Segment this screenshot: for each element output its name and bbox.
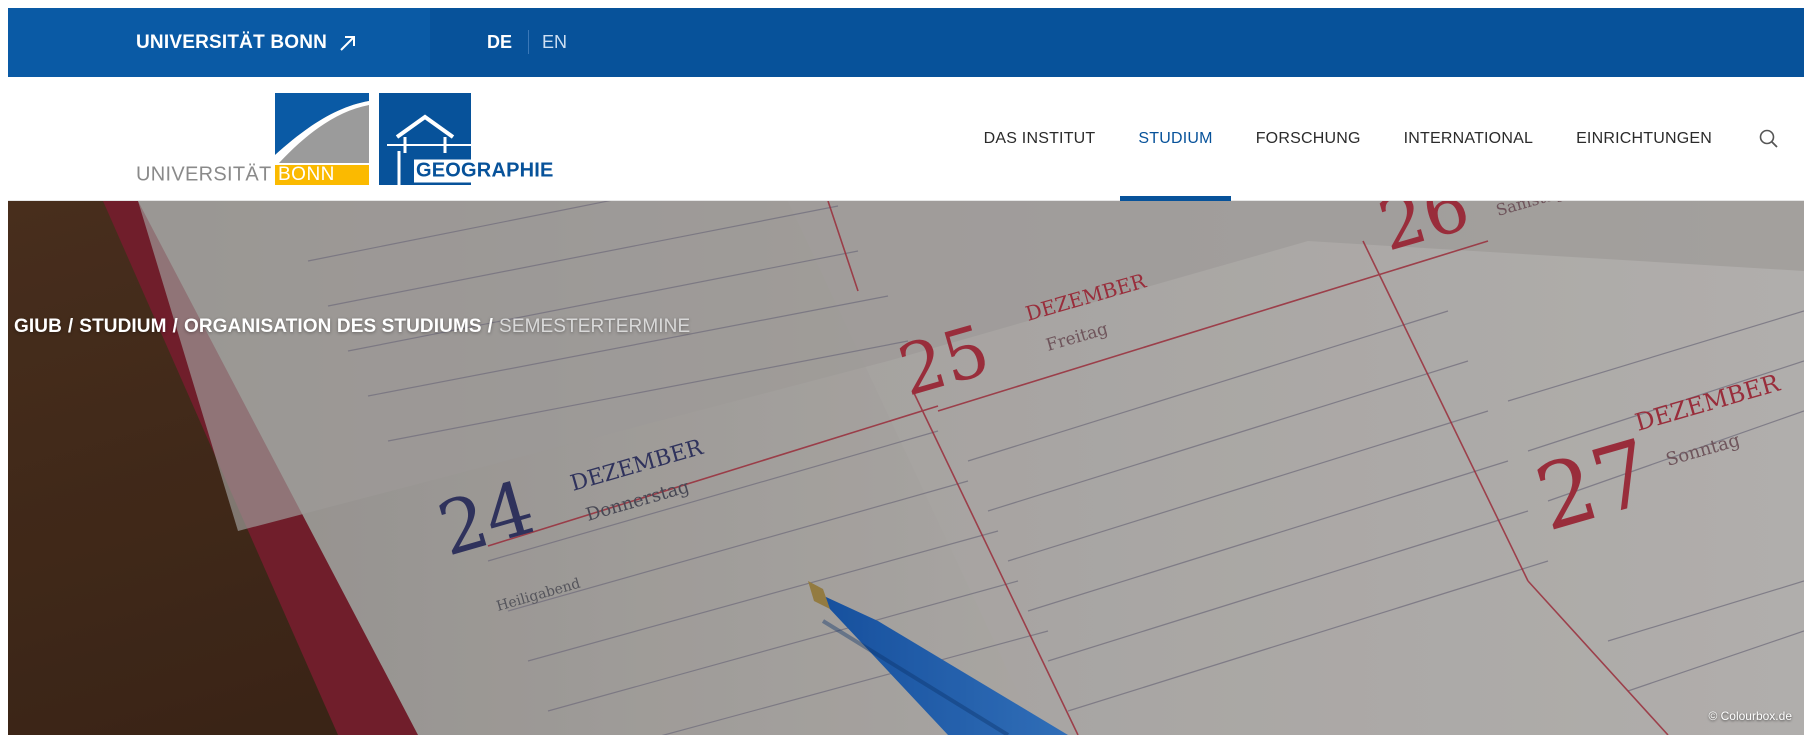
nav-item-studium[interactable]: STUDIUM bbox=[1120, 77, 1232, 201]
university-logo-mark bbox=[275, 93, 369, 163]
nav-item-das-institut[interactable]: DAS INSTITUT bbox=[984, 77, 1096, 201]
breadcrumb-item-studium[interactable]: STUDIUM bbox=[79, 316, 166, 337]
image-credit: © Colourbox.de bbox=[1708, 709, 1792, 723]
university-bonn-link[interactable]: UNIVERSITÄT BONN bbox=[136, 32, 357, 54]
top-bar: UNIVERSITÄT BONN DE EN bbox=[8, 8, 1804, 77]
site-logo[interactable]: UNIVERSITÄT BONN GEOGRAPHIE bbox=[136, 93, 556, 186]
language-separator bbox=[528, 30, 529, 54]
external-link-icon bbox=[340, 36, 356, 51]
breadcrumb-item-organisation[interactable]: ORGANISATION DES STUDIUMS bbox=[184, 316, 482, 337]
language-de-link[interactable]: DE bbox=[487, 32, 512, 53]
site-header: UNIVERSITÄT BONN GEOGRAPHIE DAS INSTITUT… bbox=[8, 77, 1804, 201]
calendar-photo: 24 DEZEMBER Donnerstag Heiligabend 25 DE… bbox=[8, 201, 1804, 735]
breadcrumb-item-giub[interactable]: GIUB bbox=[14, 316, 62, 337]
main-navigation: DAS INSTITUT STUDIUM FORSCHUNG INTERNATI… bbox=[941, 77, 1780, 201]
hero-banner: 24 DEZEMBER Donnerstag Heiligabend 25 DE… bbox=[8, 201, 1804, 735]
breadcrumb-separator: / bbox=[487, 316, 494, 337]
search-icon[interactable] bbox=[1758, 128, 1780, 150]
breadcrumb-separator: / bbox=[67, 316, 74, 337]
breadcrumb-current: SEMESTERTERMINE bbox=[499, 316, 691, 337]
language-en-link[interactable]: EN bbox=[542, 32, 567, 53]
nav-item-international[interactable]: INTERNATIONAL bbox=[1404, 77, 1533, 201]
breadcrumb-separator: / bbox=[172, 316, 178, 337]
breadcrumb: GIUB / STUDIUM / ORGANISATION DES STUDIUMS / S… bbox=[14, 316, 690, 338]
logo-university-word: UNIVERSITÄT bbox=[136, 163, 272, 186]
logo-bonn-word: BONN bbox=[275, 165, 369, 185]
university-link-label: UNIVERSITÄT BONN bbox=[136, 32, 328, 53]
logo-geography-word: GEOGRAPHIE bbox=[414, 159, 556, 183]
nav-item-forschung[interactable]: FORSCHUNG bbox=[1256, 77, 1361, 201]
nav-item-einrichtungen[interactable]: EINRICHTUNGEN bbox=[1576, 77, 1712, 201]
